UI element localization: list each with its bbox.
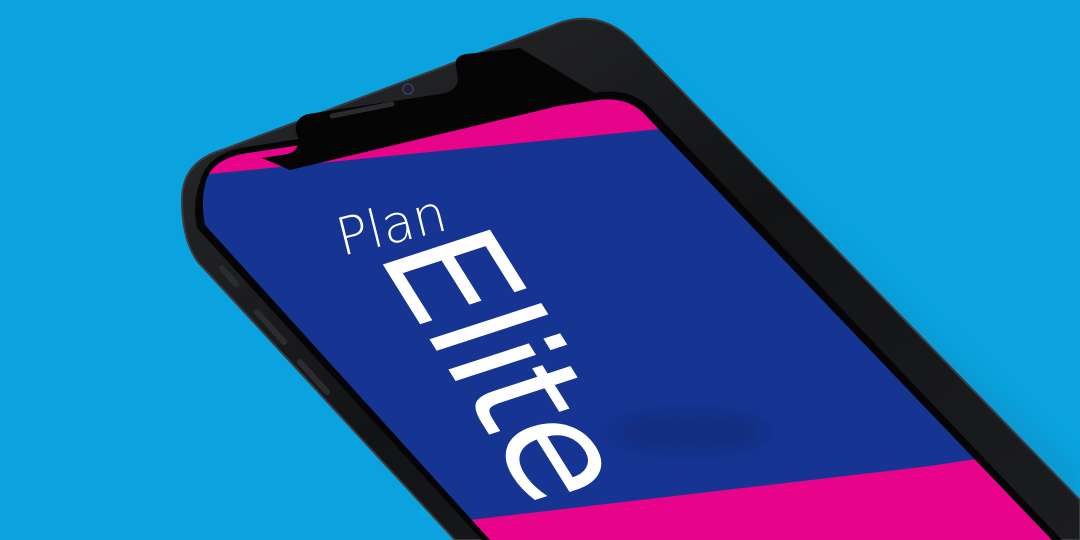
- front-camera: [402, 83, 414, 95]
- phone-mockup-scene: Plan Elite: [180, 17, 1080, 540]
